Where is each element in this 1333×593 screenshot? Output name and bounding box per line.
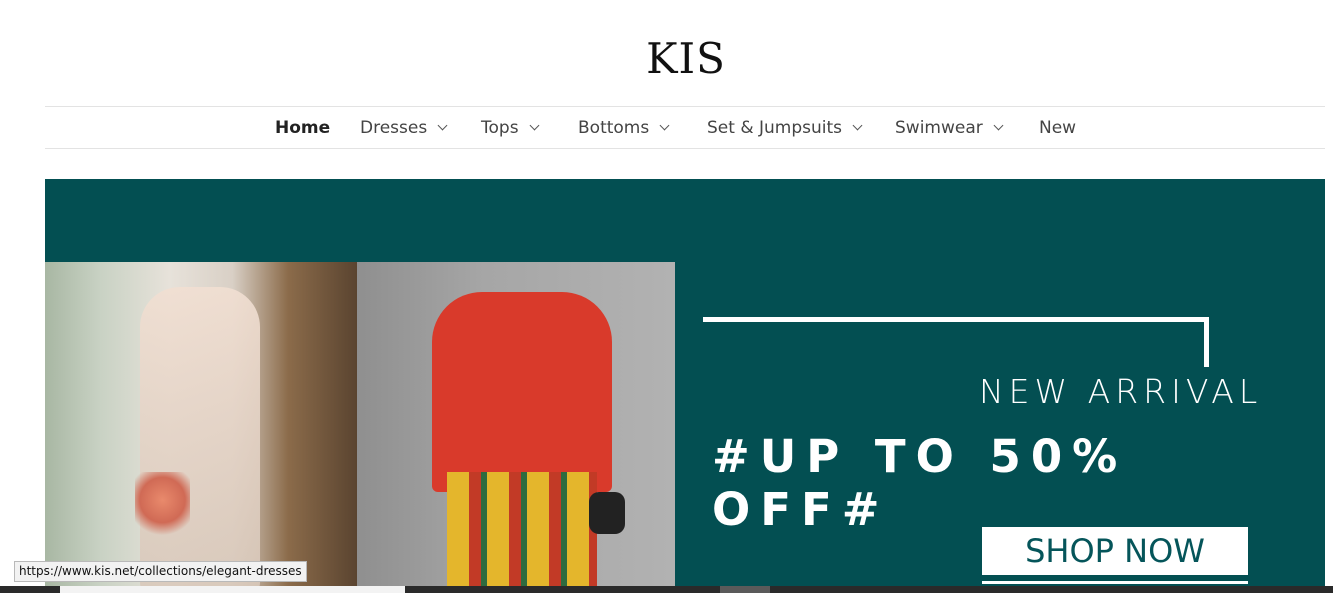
- nav-item-new[interactable]: New: [1039, 118, 1076, 138]
- chevron-down-icon: [659, 120, 670, 131]
- taskbar-segment[interactable]: [720, 586, 770, 593]
- shop-now-button[interactable]: SHOP NOW: [982, 527, 1248, 575]
- nav-item-label: Set & Jumpsuits: [707, 118, 842, 138]
- nav-item-label: Swimwear: [895, 118, 983, 138]
- nav-item-label: Tops: [481, 118, 519, 138]
- nav-item-tops[interactable]: Tops: [481, 118, 539, 138]
- banner-photo-floral-dress: [45, 262, 357, 593]
- banner-photo-red-dress: [357, 262, 675, 593]
- decorative-frame-line: [703, 317, 1209, 367]
- decorative-underline: [982, 581, 1248, 584]
- status-bar-url: https://www.kis.net/collections/elegant-…: [14, 561, 307, 582]
- nav-item-set-jumpsuits[interactable]: Set & Jumpsuits: [707, 118, 863, 138]
- nav-item-label: Bottoms: [578, 118, 650, 138]
- chevron-down-icon: [852, 120, 863, 131]
- nav-item-label: New: [1039, 118, 1077, 138]
- nav-item-home[interactable]: Home: [275, 118, 330, 138]
- chevron-down-icon: [993, 120, 1004, 131]
- banner-subtitle: NEW ARRIVAL: [979, 372, 1263, 411]
- taskbar-segment[interactable]: [60, 586, 405, 593]
- site-logo[interactable]: KIS: [0, 34, 1333, 83]
- chevron-down-icon: [529, 120, 539, 131]
- nav-item-swimwear[interactable]: Swimwear: [895, 118, 1004, 138]
- nav-item-dresses[interactable]: Dresses: [360, 118, 448, 138]
- dress-shape: [140, 287, 260, 593]
- nav-item-label: Home: [275, 118, 331, 138]
- nav-item-label: Dresses: [360, 118, 428, 138]
- hero-banner[interactable]: NEW ARRIVAL #UP TO 50% OFF# SHOP NOW: [45, 179, 1325, 593]
- chevron-down-icon: [437, 120, 448, 131]
- main-nav: Home Dresses Tops Bottoms Set & Jumpsuit…: [45, 106, 1325, 149]
- taskbar: [0, 586, 1333, 593]
- nav-item-bottoms[interactable]: Bottoms: [578, 118, 670, 138]
- dress-top-shape: [432, 292, 612, 492]
- bouquet-shape: [135, 472, 190, 542]
- dress-skirt-shape: [447, 472, 597, 593]
- banner-headline: #UP TO 50% OFF#: [712, 430, 1128, 536]
- handbag-shape: [589, 492, 625, 534]
